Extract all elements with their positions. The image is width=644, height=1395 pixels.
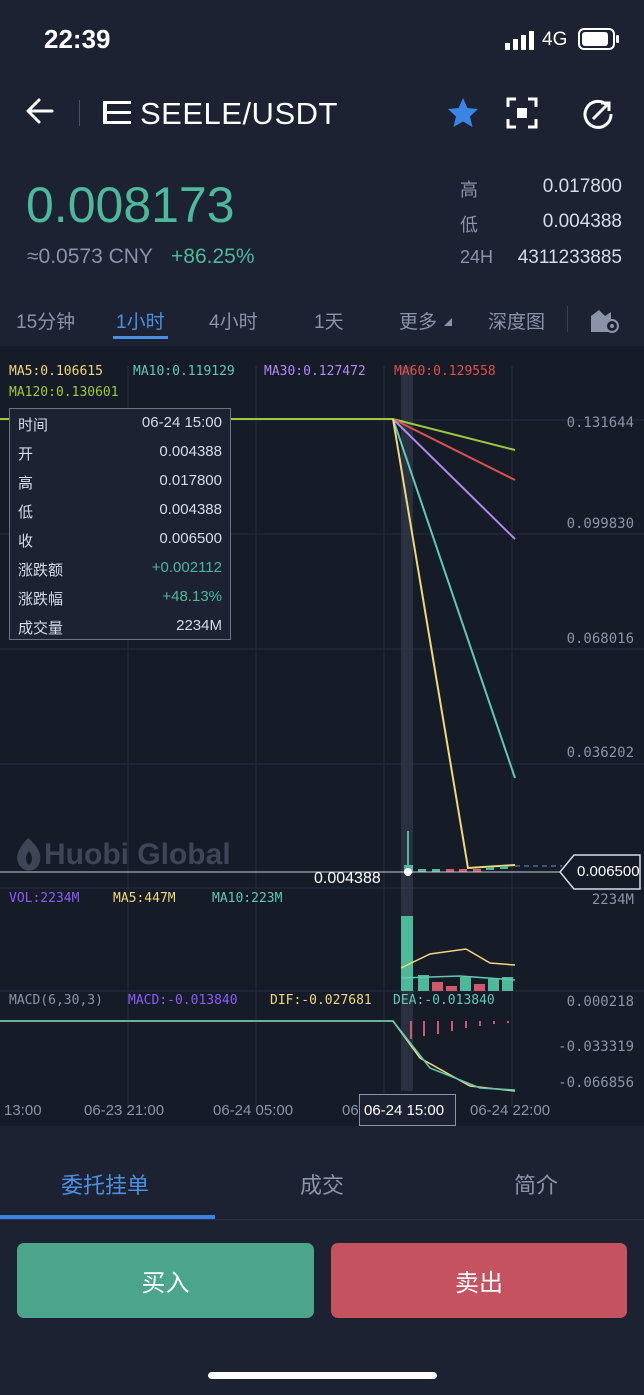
chart-settings-icon[interactable] — [589, 306, 621, 334]
macd-title: MACD(6,30,3) — [9, 993, 103, 1008]
tooltip-row: 成交量 2234M — [18, 617, 222, 637]
low-label: 低 — [460, 215, 478, 235]
ma5-value: MA5:0.106615 — [9, 364, 103, 379]
x-axis-label: 13:00 — [4, 1102, 42, 1119]
high-value: 0.017800 — [542, 176, 622, 197]
tab-trades[interactable]: 成交 — [300, 1168, 344, 1200]
x-axis-label: 06-24 22:00 — [470, 1102, 551, 1119]
x-axis-label: 06-23 21:00 — [84, 1102, 165, 1119]
tab-orders[interactable]: 委托挂单 — [61, 1168, 149, 1200]
tab-1day[interactable]: 1天 — [314, 307, 344, 334]
x-axis-label: 06 — [342, 1102, 359, 1119]
last-price: 0.008173 — [26, 177, 235, 233]
back-arrow-icon[interactable] — [24, 96, 56, 126]
vol24h-value: 4311233885 — [517, 247, 622, 268]
vol-ma5-line — [400, 948, 516, 969]
y-axis-label: 0.036202 — [566, 745, 634, 761]
cny-price: ≈0.0573 CNY — [27, 245, 153, 268]
vol-axis-label: 2234M — [591, 892, 634, 908]
buy-button[interactable]: 买入 — [17, 1243, 314, 1318]
ohlc-tooltip: 时间 06-24 15:00 开 0.004388 高 0.017800 低 0.004… — [9, 408, 231, 640]
macd-dea-value: DEA:-0.013840 — [393, 993, 495, 1008]
crosshair-time-label: 06-24 15:00 — [364, 1102, 445, 1119]
pair-title[interactable]: SEELE/USDT — [140, 96, 338, 132]
tab-15min[interactable]: 15分钟 — [16, 307, 75, 334]
ma10-value: MA10:0.119129 — [133, 364, 235, 379]
crosshair-price-label: 0.004388 — [314, 870, 381, 887]
tooltip-row: 高 0.017800 — [18, 472, 222, 492]
y-axis-label: 0.068016 — [566, 631, 634, 647]
current-price-tag[interactable]: 0.006500 — [577, 863, 640, 880]
tooltip-row: 收 0.006500 — [18, 530, 222, 550]
vol-ma10-value: MA10:223M — [212, 891, 283, 906]
network-type: 4G — [542, 29, 568, 50]
tab-4hour[interactable]: 4小时 — [209, 307, 258, 334]
tab-more[interactable]: 更多 — [399, 307, 437, 334]
sell-button[interactable]: 卖出 — [331, 1243, 627, 1318]
menu-list-icon[interactable] — [103, 99, 133, 127]
volume-bar — [401, 916, 413, 991]
share-icon[interactable] — [581, 97, 615, 131]
tooltip-row: 低 0.004388 — [18, 501, 222, 521]
status-time: 22:39 — [44, 24, 111, 54]
tooltip-row: 时间 06-24 15:00 — [18, 414, 222, 434]
macd-axis-label: -0.066856 — [558, 1075, 634, 1091]
screenshot-icon[interactable] — [506, 97, 538, 129]
home-indicator — [208, 1372, 437, 1379]
tooltip-row: 开 0.004388 — [18, 443, 222, 463]
battery-icon — [578, 28, 619, 50]
y-axis-label: 0.099830 — [566, 516, 634, 532]
macd-dif-value: DIF:-0.027681 — [270, 993, 372, 1008]
tab-active-indicator — [113, 336, 168, 339]
vol-value: VOL:2234M — [9, 891, 80, 906]
tab-intro[interactable]: 简介 — [514, 1168, 558, 1200]
low-value: 0.004388 — [542, 211, 622, 232]
macd-value: MACD:-0.013840 — [128, 993, 238, 1008]
ma120-value: MA120:0.130601 — [9, 385, 119, 400]
ma60-value: MA60:0.129558 — [394, 364, 496, 379]
signal-icon — [505, 31, 534, 50]
ma30-value: MA30:0.127472 — [264, 364, 366, 379]
tooltip-row: 涨跌额 +0.002112 — [18, 559, 222, 579]
tab-depth[interactable]: 深度图 — [488, 307, 545, 334]
header-divider — [79, 100, 80, 126]
tooltip-row: 涨跌幅 +48.13% — [18, 588, 222, 608]
crosshair-dot — [404, 868, 412, 876]
tab-1hour[interactable]: 1小时 — [116, 307, 165, 334]
bottom-tab-divider — [0, 1219, 644, 1220]
macd-axis-label: 0.000218 — [566, 994, 634, 1010]
macd-axis-label: -0.033319 — [558, 1039, 634, 1055]
favorite-star-icon[interactable] — [446, 96, 480, 130]
status-bar: 22:39 4G — [0, 0, 644, 80]
y-axis-label: 0.131644 — [566, 415, 634, 431]
vol-ma5-value: MA5:447M — [113, 891, 176, 906]
watermark-logo-icon — [17, 838, 41, 871]
vol24h-label: 24H — [460, 247, 494, 267]
tab-divider — [567, 306, 568, 332]
change-percent: +86.25% — [171, 245, 255, 268]
x-axis-label: 06-24 05:00 — [213, 1102, 294, 1119]
watermark-text: Huobi Global — [44, 838, 231, 871]
caret-down-icon — [444, 318, 452, 326]
high-label: 高 — [460, 180, 478, 200]
